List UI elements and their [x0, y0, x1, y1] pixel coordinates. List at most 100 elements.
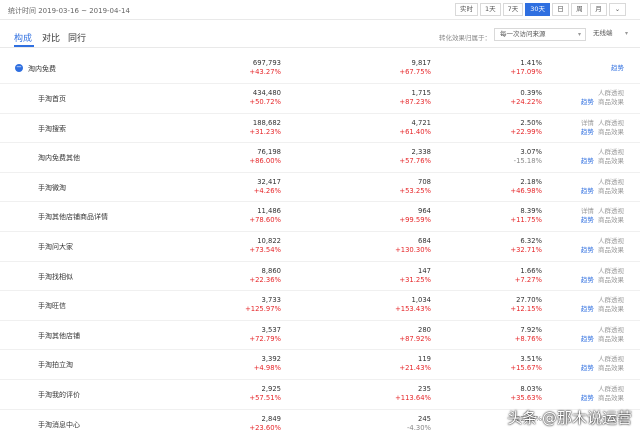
metric-change: +67.75%: [399, 68, 431, 76]
row-actions-top: 人群透视: [598, 355, 624, 364]
trend-link[interactable]: 趋势: [581, 187, 594, 195]
trend-link[interactable]: 趋势: [581, 246, 594, 254]
table-row: 手淘旺信 3,733 +125.97% 1,034 +153.43% 27.70% +12.…: [0, 291, 640, 321]
product-effect-link[interactable]: 商品效果: [598, 394, 624, 402]
metric-cell: 32,417 +4.26%: [191, 178, 281, 196]
table-row: 淘内免费其他 76,198 +86.00% 2,338 +57.76% 3.07% -15.…: [0, 143, 640, 173]
row-actions-bottom: 趋势 商品效果: [581, 394, 624, 403]
metric-value: 2.18%: [520, 177, 542, 186]
more-periods-button[interactable]: ⌄: [609, 3, 626, 16]
tab-peers[interactable]: 同行: [68, 31, 86, 44]
metric-change: +87.92%: [399, 334, 431, 343]
row-actions-bottom: 趋势 商品效果: [581, 187, 624, 196]
chevron-down-icon: ▾: [577, 31, 581, 38]
crowd-insight-link[interactable]: 人群透视: [598, 89, 624, 97]
trend-link[interactable]: 趋势: [581, 98, 594, 106]
period-month-button[interactable]: 月: [590, 3, 607, 16]
metric-cell: 684 +130.30%: [341, 237, 431, 255]
period-day-button[interactable]: 日: [552, 3, 569, 16]
metric-value: 3.07%: [520, 148, 542, 157]
metric-change: +57.51%: [249, 393, 281, 402]
source-name: 手淘其他店铺: [38, 331, 80, 340]
crowd-insight-link[interactable]: 人群透视: [598, 119, 624, 127]
crowd-insight-link[interactable]: 人群透视: [598, 385, 624, 393]
metric-value: 684: [418, 236, 431, 245]
metric-change: -15.18%: [513, 157, 542, 166]
metric-cell: 964 +99.59%: [341, 207, 431, 225]
trend-link[interactable]: 趋势: [581, 335, 594, 343]
trend-link[interactable]: 趋势: [581, 128, 594, 136]
crowd-insight-link[interactable]: 人群透视: [598, 267, 624, 275]
product-effect-link[interactable]: 商品效果: [598, 157, 624, 165]
metric-cell: 8.03% +35.63%: [452, 385, 542, 403]
detail-link[interactable]: 详情: [581, 119, 594, 127]
trend-link[interactable]: 趋势: [581, 216, 594, 224]
product-effect-link[interactable]: 商品效果: [598, 276, 624, 284]
trend-link[interactable]: 趋势: [581, 157, 594, 165]
metric-value: 235: [418, 384, 431, 393]
metric-change: +4.98%: [253, 364, 281, 373]
trend-link[interactable]: 趋势: [581, 394, 594, 402]
metric-value: 32,417: [257, 177, 281, 186]
crowd-insight-link[interactable]: 人群透视: [598, 207, 624, 215]
product-effect-link[interactable]: 商品效果: [598, 98, 624, 106]
metric-change: +87.23%: [399, 98, 431, 106]
metric-value: 119: [418, 355, 431, 364]
metric-value: 3,537: [261, 325, 281, 334]
product-effect-link[interactable]: 商品效果: [598, 216, 624, 224]
product-effect-link[interactable]: 商品效果: [598, 128, 624, 136]
metric-cell: 1.41% +17.09%: [452, 59, 542, 77]
metric-value: 3,733: [261, 296, 281, 305]
metric-value: 434,480: [252, 89, 281, 97]
detail-link[interactable]: 详情: [581, 207, 594, 215]
product-effect-link[interactable]: 商品效果: [598, 335, 624, 343]
tab-composition[interactable]: 构成: [14, 31, 32, 44]
trend-link[interactable]: 趋势: [581, 364, 594, 372]
watermark: 头条 @那木说运营: [507, 409, 632, 427]
trend-link[interactable]: 趋势: [581, 305, 594, 313]
period-7day-button[interactable]: 7天: [502, 3, 524, 16]
metric-value: 1.41%: [520, 59, 542, 67]
metric-cell: 2.50% +22.99%: [452, 119, 542, 137]
source-name: 手淘其他店铺商品详情: [38, 213, 108, 222]
period-1day-button[interactable]: 1天: [479, 3, 501, 16]
metric-change: +31.25%: [399, 275, 431, 284]
metric-cell: 2,338 +57.76%: [341, 148, 431, 166]
trend-link[interactable]: 趋势: [611, 64, 624, 72]
crowd-insight-link[interactable]: 人群透视: [598, 178, 624, 186]
metric-cell: 697,793 +43.27%: [191, 59, 281, 77]
metric-value: 2,925: [261, 384, 281, 393]
tab-compare[interactable]: 对比: [42, 31, 60, 44]
crowd-insight-link[interactable]: 人群透视: [598, 237, 624, 245]
product-effect-link[interactable]: 商品效果: [598, 305, 624, 313]
crowd-insight-link[interactable]: 人群透视: [598, 355, 624, 363]
attribution-select[interactable]: 每一次访问来源 ▾: [494, 28, 586, 41]
metric-cell: 3.51% +15.67%: [452, 355, 542, 373]
source-name: 手淘拍立淘: [38, 361, 73, 370]
table-row: 手淘搜索 188,682 +31.23% 4,721 +61.40% 2.50% +22.9…: [0, 114, 640, 144]
trend-link[interactable]: 趋势: [581, 276, 594, 284]
terminal-select[interactable]: 无线端 ▾: [588, 28, 632, 41]
product-effect-link[interactable]: 商品效果: [598, 246, 624, 254]
metric-change: +24.22%: [510, 98, 542, 106]
period-realtime-button[interactable]: 实时: [454, 3, 478, 16]
metric-change: +22.99%: [510, 127, 542, 136]
crowd-insight-link[interactable]: 人群透视: [598, 296, 624, 304]
product-effect-link[interactable]: 商品效果: [598, 187, 624, 195]
metric-change: +72.79%: [249, 334, 281, 343]
period-30day-button[interactable]: 30天: [525, 3, 550, 16]
metric-cell: 280 +87.92%: [341, 326, 431, 344]
product-effect-link[interactable]: 商品效果: [598, 364, 624, 372]
table-row: 手淘问大家 10,822 +73.54% 684 +130.30% 6.32% +32.71…: [0, 232, 640, 262]
metric-change: +35.63%: [510, 393, 542, 402]
terminal-select-value: 无线端: [593, 29, 613, 37]
table-row: 手淘微淘 32,417 +4.26% 708 +53.25% 2.18% +46.98% 人群…: [0, 173, 640, 203]
table-row: 手淘拍立淘 3,392 +4.98% 119 +21.43% 3.51% +15.67% 人群…: [0, 350, 640, 380]
metric-cell: 10,822 +73.54%: [191, 237, 281, 255]
crowd-insight-link[interactable]: 人群透视: [598, 326, 624, 334]
period-week-button[interactable]: 周: [571, 3, 588, 16]
crowd-insight-link[interactable]: 人群透视: [598, 148, 624, 156]
metric-value: 7.92%: [520, 325, 542, 334]
collapse-icon[interactable]: −: [15, 64, 23, 72]
metric-cell: 119 +21.43%: [341, 355, 431, 373]
